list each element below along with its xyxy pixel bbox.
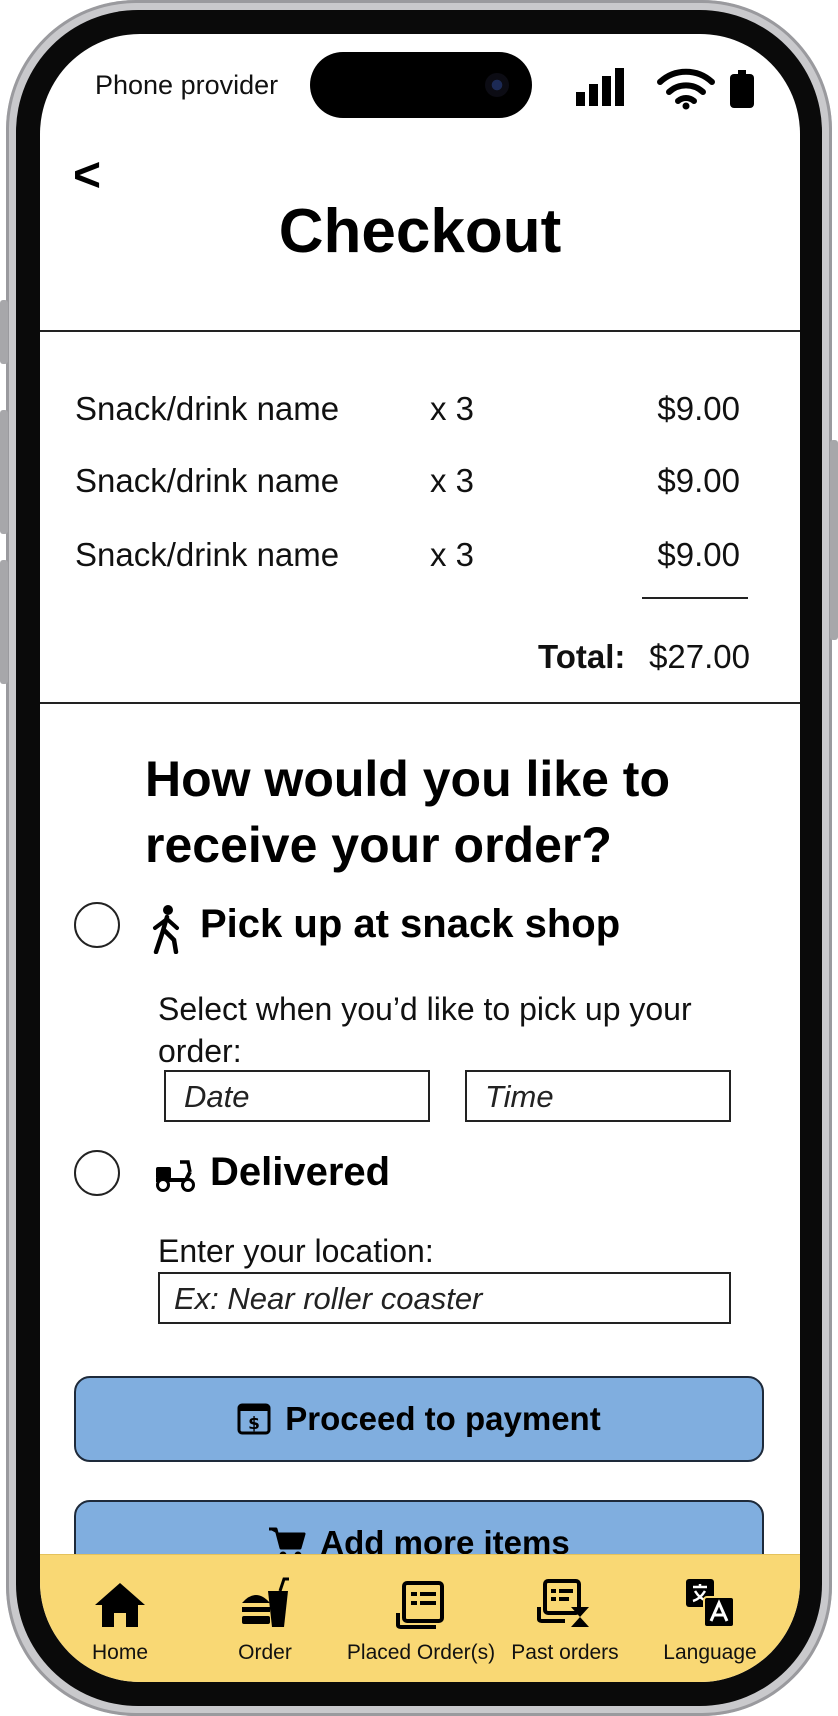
- wifi-icon: [657, 68, 715, 110]
- nav-label: Placed Order(s): [346, 1641, 496, 1664]
- order-item-qty: x 3: [430, 390, 475, 427]
- nav-label: Order: [238, 1641, 292, 1664]
- delivery-scooter-icon: [156, 1160, 195, 1192]
- total-rule: [642, 597, 748, 599]
- page-title: Checkout: [278, 197, 562, 266]
- nav-item-placed-orders[interactable]: Placed Order(s): [346, 1573, 496, 1665]
- order-item-name: Snack/drink name: [75, 536, 340, 573]
- carrier-label: Phone provider: [95, 70, 279, 100]
- delivery-label: Delivered: [210, 1150, 391, 1194]
- pickup-label: Pick up at snack shop: [200, 902, 621, 946]
- pickup-radio[interactable]: [74, 902, 120, 948]
- order-item-qty: x 3: [430, 462, 475, 499]
- nav-item-past-orders[interactable]: Past orders: [490, 1573, 640, 1665]
- translate-icon: [686, 1579, 735, 1628]
- receipt-history-icon: [537, 1579, 589, 1627]
- order-item-price: $9.00: [657, 536, 740, 573]
- order-item-name: Snack/drink name: [75, 462, 340, 499]
- order-item-name: Snack/drink name: [75, 390, 340, 427]
- delivery-location-input[interactable]: Ex: Near roller coaster: [158, 1272, 731, 1324]
- summary-divider: [40, 702, 800, 704]
- total-value: $27.00: [649, 638, 750, 675]
- delivery-radio[interactable]: [74, 1150, 120, 1196]
- fast-food-icon: [242, 1577, 289, 1627]
- proceed-to-payment-label: Proceed to payment: [285, 1400, 601, 1437]
- svg-text:$: $: [248, 1414, 260, 1434]
- payment-icon: $: [237, 1403, 271, 1435]
- phone-side-button-silent: [0, 300, 8, 364]
- pickup-date-input[interactable]: Date: [164, 1070, 430, 1122]
- receive-question: How would you like to receive your order…: [145, 751, 670, 873]
- total-label: Total:: [538, 638, 626, 675]
- order-item-price: $9.00: [657, 462, 740, 499]
- battery-icon: [730, 70, 754, 108]
- nav-item-order[interactable]: Order: [190, 1573, 340, 1665]
- pickup-time-input[interactable]: Time: [465, 1070, 731, 1122]
- pickup-instruction: Select when you’d like to pick up your o…: [158, 991, 692, 1069]
- proceed-to-payment-button[interactable]: $ Proceed to payment: [74, 1376, 764, 1462]
- back-button[interactable]: <: [73, 152, 101, 200]
- home-icon: [95, 1583, 145, 1627]
- status-icons: [576, 68, 754, 110]
- walking-person-icon: [153, 905, 179, 954]
- receipt-icon: [396, 1581, 444, 1629]
- nav-label: Language: [663, 1641, 757, 1664]
- phone-screen: Phone provider < Checkout Snack/drink na…: [40, 34, 800, 1682]
- dynamic-island: [310, 52, 532, 118]
- nav-label: Past orders: [511, 1641, 619, 1664]
- order-item-price: $9.00: [657, 390, 740, 427]
- phone-side-button-power: [830, 440, 838, 640]
- nav-item-home[interactable]: Home: [45, 1573, 195, 1665]
- phone-side-button-volume-up: [0, 410, 8, 534]
- camera-icon: [485, 73, 509, 97]
- header-divider: [40, 330, 800, 332]
- bottom-nav: Home Order Placed Order(s) Past orders L…: [40, 1554, 800, 1682]
- phone-side-button-volume-down: [0, 560, 8, 684]
- nav-item-language[interactable]: Language: [635, 1573, 785, 1665]
- nav-label: Home: [91, 1641, 149, 1664]
- order-item-qty: x 3: [430, 536, 475, 573]
- cellular-signal-icon: [576, 68, 624, 106]
- delivery-instruction: Enter your location:: [158, 1233, 434, 1269]
